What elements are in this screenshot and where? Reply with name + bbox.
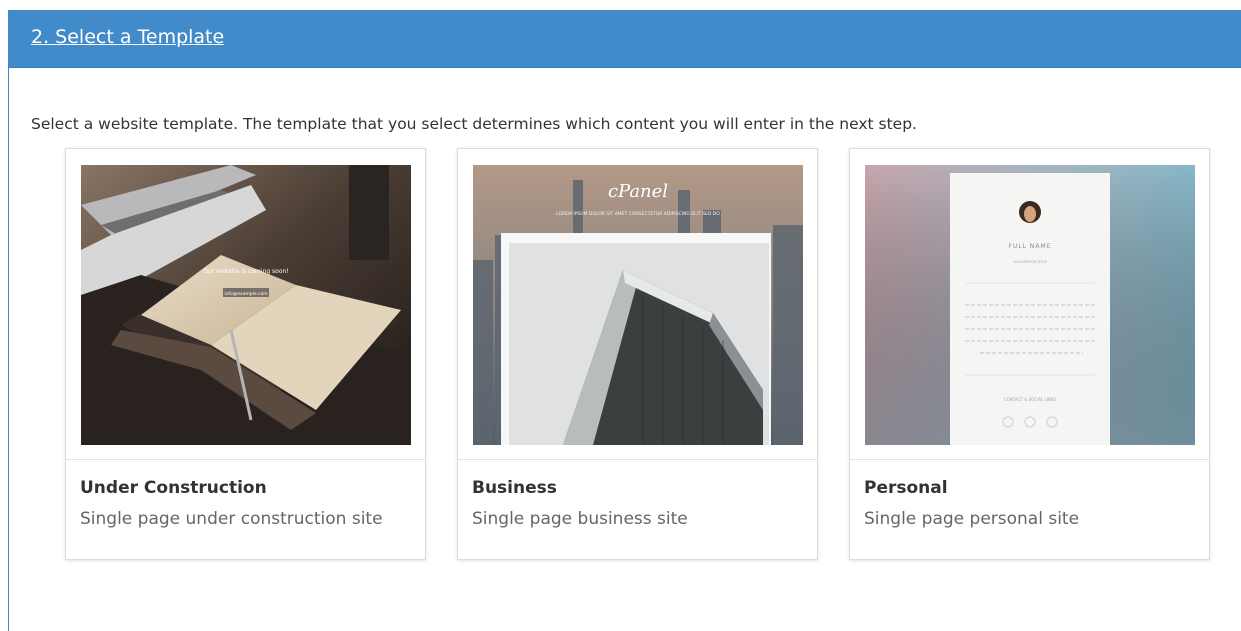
template-description: Single page under construction site <box>80 509 383 529</box>
template-description: Single page business site <box>472 509 688 529</box>
template-title: Under Construction <box>80 478 267 498</box>
template-preview-under-construction: Our website is coming soon! info@example… <box>81 165 411 445</box>
preview-role: OCCUPATION TITLE <box>1013 260 1046 264</box>
template-description: Single page personal site <box>864 509 1080 529</box>
template-card-personal[interactable]: FULL NAME OCCUPATION TITLE CONTACT & SOC… <box>849 148 1210 560</box>
card-divider <box>66 459 425 460</box>
card-divider <box>458 459 817 460</box>
intro-text: Select a website template. The template … <box>31 115 917 133</box>
preview-contact: CONTACT & SOCIAL LINKS <box>1004 397 1057 402</box>
template-title: Personal <box>864 478 948 498</box>
template-title: Business <box>472 478 557 498</box>
template-card-under-construction[interactable]: Our website is coming soon! info@example… <box>65 148 426 560</box>
template-preview-business: cPanel LOREM IPSUM DOLOR SIT AMET CONSEC… <box>473 165 803 445</box>
preview-brand: cPanel <box>608 181 668 202</box>
preview-name: FULL NAME <box>1009 243 1052 250</box>
template-preview-personal: FULL NAME OCCUPATION TITLE CONTACT & SOC… <box>865 165 1195 445</box>
template-card-business[interactable]: cPanel LOREM IPSUM DOLOR SIT AMET CONSEC… <box>457 148 818 560</box>
preview-headline: Our website is coming soon! <box>203 268 288 275</box>
preview-tagline: LOREM IPSUM DOLOR SIT AMET CONSECTETUR A… <box>556 211 720 217</box>
preview-contact: info@example.com <box>224 291 267 297</box>
section-title-link[interactable]: 2. Select a Template <box>31 26 224 48</box>
panel-header: 2. Select a Template <box>9 10 1241 68</box>
card-divider <box>850 459 1209 460</box>
